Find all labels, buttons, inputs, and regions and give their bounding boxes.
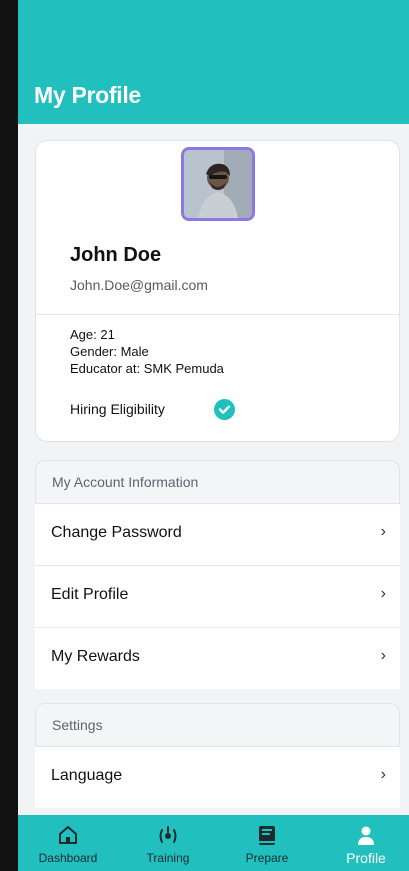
card-divider xyxy=(36,314,399,315)
chevron-right-icon: › xyxy=(380,647,386,664)
avatar-photo xyxy=(184,150,252,218)
nav-label: Dashboard xyxy=(38,851,98,865)
edit-profile-row[interactable]: Edit Profile › xyxy=(35,566,400,628)
chevron-right-icon: › xyxy=(380,766,386,783)
account-section-title: My Account Information xyxy=(52,474,199,490)
chevron-right-icon: › xyxy=(380,585,386,602)
book-icon xyxy=(259,826,275,845)
profile-educator: Educator at: SMK Pemuda xyxy=(70,361,224,376)
person-icon xyxy=(358,826,374,845)
nav-label: Prepare xyxy=(245,851,289,865)
training-icon xyxy=(159,826,177,843)
nav-profile[interactable]: Profile xyxy=(326,815,406,871)
app-header: My Profile xyxy=(18,0,409,124)
profile-card: John Doe John.Doe@gmail.com Age: 21 Gend… xyxy=(35,140,400,442)
bottom-nav-bar: Dashboard Training Prepare Profile xyxy=(18,815,409,871)
nav-prepare[interactable]: Prepare xyxy=(227,815,307,871)
profile-name: John Doe xyxy=(70,244,162,266)
hiring-eligibility-label: Hiring Eligibility xyxy=(70,401,165,417)
nav-label: Training xyxy=(146,851,190,865)
change-password-row[interactable]: Change Password › xyxy=(35,504,400,566)
row-label: My Rewards xyxy=(51,648,140,665)
profile-age: Age: 21 xyxy=(70,327,115,342)
nav-dashboard[interactable]: Dashboard xyxy=(28,815,108,871)
app-screen: My Profile John Doe John.Doe@gmail.com A… xyxy=(18,0,409,871)
account-section-header: My Account Information xyxy=(35,460,400,504)
row-label: Language xyxy=(51,767,123,784)
settings-section-header: Settings xyxy=(35,703,400,747)
chevron-right-icon: › xyxy=(380,523,386,540)
nav-label: Profile xyxy=(346,850,386,866)
row-label: Edit Profile xyxy=(51,586,129,603)
page-title: My Profile xyxy=(34,82,141,108)
settings-section-title: Settings xyxy=(52,717,103,733)
profile-gender: Gender: Male xyxy=(70,344,149,359)
nav-training[interactable]: Training xyxy=(128,815,208,871)
language-row[interactable]: Language › xyxy=(35,747,400,808)
avatar[interactable] xyxy=(181,147,255,221)
profile-email: John.Doe@gmail.com xyxy=(70,277,208,293)
my-rewards-row[interactable]: My Rewards › xyxy=(35,628,400,689)
row-label: Change Password xyxy=(51,524,182,541)
check-circle-icon xyxy=(214,399,235,420)
home-icon xyxy=(59,826,77,844)
